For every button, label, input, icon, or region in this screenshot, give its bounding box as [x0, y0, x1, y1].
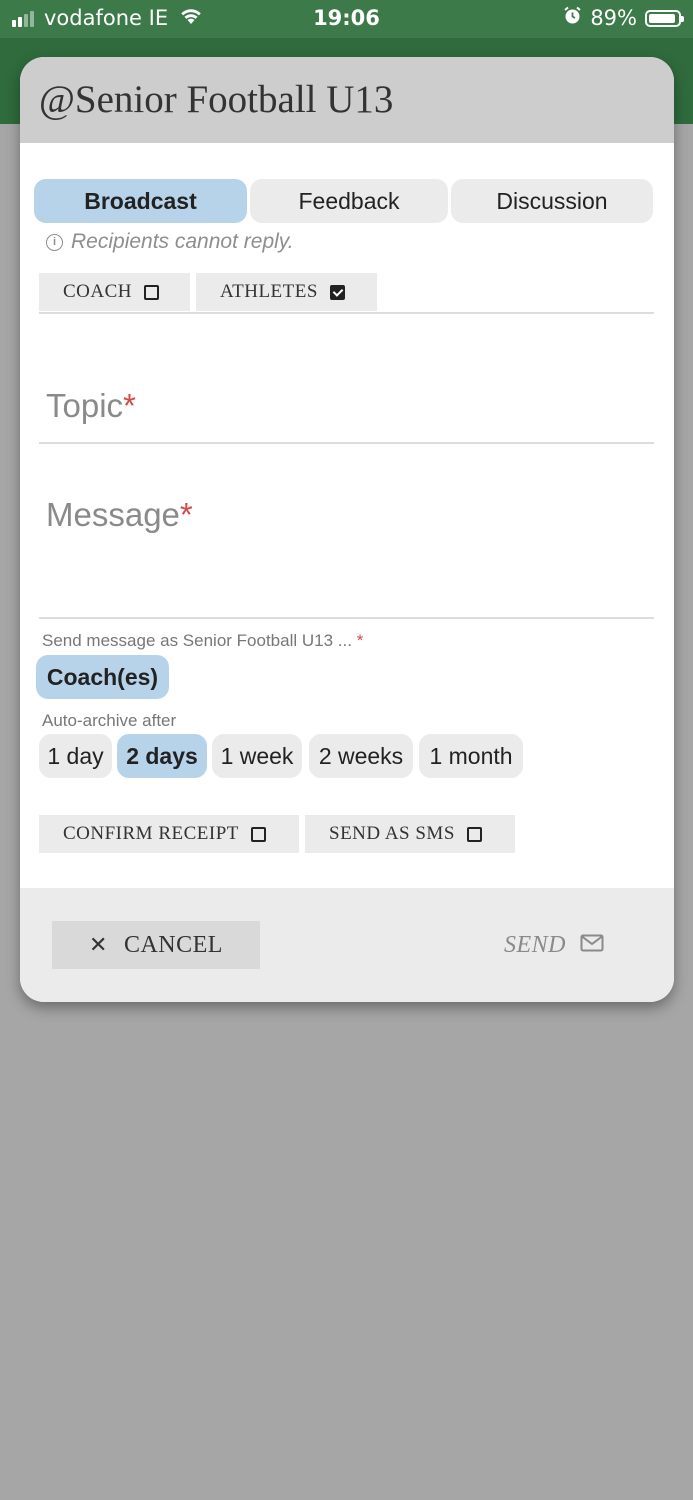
send-button[interactable]: SEND: [504, 921, 604, 969]
topic-label: Topic: [46, 387, 124, 424]
send-as-sms-label: SEND AS SMS: [329, 823, 455, 844]
checkbox-checked-icon: [329, 284, 345, 300]
archive-option-1-week[interactable]: 1 week: [212, 734, 302, 778]
alarm-icon: [563, 6, 582, 30]
archive-option-2-weeks[interactable]: 2 weeks: [309, 734, 413, 778]
required-mark: *: [179, 496, 193, 533]
tab-discussion[interactable]: Discussion: [451, 179, 653, 223]
send-as-sms-checkbox-button[interactable]: SEND AS SMS: [305, 815, 515, 853]
battery-icon: [645, 9, 684, 27]
topic-field[interactable]: Topic*: [46, 387, 136, 425]
new-message-dialog: @Senior Football U13 Broadcast Feedback …: [20, 57, 674, 1002]
cancel-label: CANCEL: [123, 931, 223, 958]
info-icon: i: [46, 233, 63, 251]
send-as-coaches-chip[interactable]: Coach(es): [36, 655, 169, 699]
coach-label: COACH: [63, 281, 133, 302]
send-as-label-text: Send message as Senior Football U13 ...: [42, 631, 352, 650]
message-type-tabs: Broadcast Feedback Discussion: [34, 179, 656, 223]
status-right: 89%: [563, 6, 684, 30]
reply-hint-text: Recipients cannot reply.: [71, 230, 294, 253]
message-underline: [39, 617, 654, 619]
confirm-receipt-label: CONFIRM RECEIPT: [63, 823, 239, 844]
mail-icon: [580, 932, 604, 959]
checkbox-unchecked-icon: [144, 284, 160, 300]
checkbox-unchecked-icon: [250, 826, 266, 842]
reply-hint: i Recipients cannot reply.: [46, 230, 294, 254]
required-mark: *: [356, 631, 364, 650]
tab-feedback[interactable]: Feedback: [250, 179, 448, 223]
tab-broadcast[interactable]: Broadcast: [34, 179, 247, 223]
topic-underline: [39, 442, 654, 444]
athletes-checkbox-button[interactable]: ATHLETES: [196, 273, 377, 311]
archive-option-1-day[interactable]: 1 day: [39, 734, 112, 778]
close-icon: ✕: [89, 932, 108, 958]
athletes-label: ATHLETES: [220, 281, 318, 302]
archive-option-1-month[interactable]: 1 month: [419, 734, 523, 778]
status-bar: vodafone IE 19:06 89%: [0, 0, 693, 38]
required-mark: *: [123, 387, 136, 424]
coach-checkbox-button[interactable]: COACH: [39, 273, 190, 311]
auto-archive-label: Auto-archive after: [42, 711, 177, 730]
send-label: SEND: [504, 931, 566, 958]
recipients-divider: [39, 312, 654, 314]
checkbox-unchecked-icon: [466, 826, 482, 842]
message-field[interactable]: Message*: [46, 496, 193, 534]
cancel-button[interactable]: ✕ CANCEL: [52, 921, 260, 969]
archive-option-2-days[interactable]: 2 days: [117, 734, 207, 778]
recipient-toggles: COACH ATHLETES: [39, 273, 383, 311]
message-label: Message: [46, 496, 180, 533]
dialog-title: @Senior Football U13: [20, 57, 674, 143]
battery-percent: 89%: [590, 6, 637, 30]
dialog-footer: ✕ CANCEL SEND: [20, 888, 674, 1002]
confirm-receipt-checkbox-button[interactable]: CONFIRM RECEIPT: [39, 815, 299, 853]
send-as-label: Send message as Senior Football U13 ... …: [42, 631, 363, 651]
